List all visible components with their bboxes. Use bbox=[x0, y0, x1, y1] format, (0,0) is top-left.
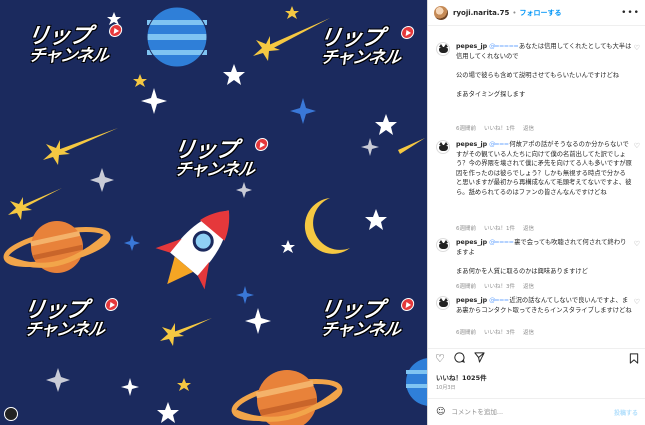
rip-channel-logo: リップ チャンネル bbox=[169, 138, 269, 180]
rip-channel-logo: リップ チャンネル bbox=[315, 26, 415, 68]
avatar[interactable] bbox=[434, 5, 448, 20]
comment-body: pepes_jp @═ ═ ═ ═ 裏で会っても吹聴されて何されて終わりますよ … bbox=[456, 238, 632, 276]
heart-icon[interactable]: ♡ bbox=[435, 352, 445, 365]
redacted-mention: @═ ═ ═ ═ bbox=[489, 239, 515, 246]
avatar[interactable] bbox=[436, 238, 450, 252]
comment-time: 6週間前 bbox=[456, 330, 476, 336]
post-image[interactable]: リップ チャンネル リップ チャンネル リップ チャンネル リップ チャンネル リップチ… bbox=[0, 0, 427, 425]
comment-time: 6週間前 bbox=[456, 126, 476, 132]
comment-meta: 6週間前 いいね！3件 返信 bbox=[456, 328, 542, 336]
comment-body: pepes_jp @═ ═ ═ 近況の話なんてしないで良いんですよ、まあ裏からコ… bbox=[456, 296, 632, 315]
redacted-mention: @═ ═ ═ bbox=[489, 297, 510, 304]
sparkle-icon bbox=[124, 98, 316, 304]
post-side-panel: ryoji.narita.75 • フォローする ••• pepes_jp @═… bbox=[427, 0, 645, 425]
blue-planet-icon bbox=[146, 6, 208, 68]
post-date: 10月3日 bbox=[436, 385, 456, 391]
bookmark-icon[interactable] bbox=[629, 353, 639, 367]
avatar[interactable] bbox=[436, 140, 450, 154]
comment-text: あなたは信用してくれたとしても大半は信用してくれないので 公の場で彼らも含めて説… bbox=[456, 43, 632, 98]
tagged-user-icon[interactable] bbox=[4, 407, 18, 421]
avatar[interactable] bbox=[436, 42, 450, 56]
rip-channel-logo: リップ チャンネル bbox=[23, 24, 123, 66]
share-icon[interactable] bbox=[474, 351, 485, 366]
separator-dot: • bbox=[512, 8, 517, 17]
rip-channel-logo: リップ チャンネル bbox=[19, 298, 119, 340]
redacted-mention: @═ ═ ═ ═ ═ bbox=[489, 43, 519, 50]
cat-icon bbox=[438, 44, 448, 53]
star-icon bbox=[133, 6, 299, 391]
comment-time: 6週間前 bbox=[456, 284, 476, 290]
comment-likes[interactable]: いいね！3件 bbox=[484, 284, 515, 290]
likes-count[interactable]: いいね！1025件 bbox=[436, 372, 487, 382]
comment-time: 6週間前 bbox=[456, 226, 476, 232]
rip-channel-logo: リップ チャンネル bbox=[315, 298, 415, 340]
action-bar: ♡ bbox=[428, 348, 645, 368]
reply-button[interactable]: 返信 bbox=[523, 284, 534, 290]
heart-icon[interactable]: ♡ bbox=[634, 44, 640, 52]
blue-planet-icon bbox=[406, 358, 427, 406]
comment-icon[interactable] bbox=[454, 351, 465, 366]
author-username[interactable]: ryoji.narita.75 bbox=[453, 9, 509, 17]
smile-icon[interactable]: ☺ bbox=[436, 407, 445, 417]
rocket-icon bbox=[155, 210, 230, 290]
ringed-planet-icon bbox=[3, 221, 111, 273]
star-icon bbox=[107, 12, 397, 423]
shooting-star-icon bbox=[8, 188, 62, 220]
post-comment-button[interactable]: 投稿する bbox=[614, 408, 638, 417]
comment-likes[interactable]: いいね！1件 bbox=[484, 226, 515, 232]
cat-icon bbox=[438, 142, 448, 151]
comment-username[interactable]: pepes_jp bbox=[456, 297, 487, 304]
reply-button[interactable]: 返信 bbox=[523, 330, 534, 336]
comment-body: pepes_jp @═ ═ ═ 何故アポの話がそうなるのか分からないですがその観… bbox=[456, 140, 632, 197]
comment-likes[interactable]: いいね！3件 bbox=[484, 330, 515, 336]
follow-button[interactable]: フォローする bbox=[519, 8, 561, 18]
cat-icon bbox=[438, 298, 448, 307]
comment-username[interactable]: pepes_jp bbox=[456, 239, 487, 246]
more-horizontal-icon[interactable]: ••• bbox=[621, 8, 640, 18]
cat-icon bbox=[438, 240, 448, 249]
shooting-star-icon bbox=[43, 128, 118, 165]
comment-text: 何故アポの話がそうなるのか分からないですがその観ている人たちに向けて僕の名前出し… bbox=[456, 141, 632, 196]
comment-meta: 6週間前 いいね！1件 返信 bbox=[456, 124, 542, 132]
comment-username[interactable]: pepes_jp bbox=[456, 43, 487, 50]
add-comment-bar: ☺ 投稿する bbox=[428, 398, 645, 425]
post-header: ryoji.narita.75 • フォローする ••• bbox=[428, 0, 645, 26]
heart-icon[interactable]: ♡ bbox=[634, 240, 640, 248]
avatar[interactable] bbox=[436, 296, 450, 310]
reply-button[interactable]: 返信 bbox=[523, 226, 534, 232]
comment-meta: 6週間前 いいね！3件 返信 bbox=[456, 282, 542, 290]
heart-icon[interactable]: ♡ bbox=[634, 298, 640, 306]
heart-icon[interactable]: ♡ bbox=[634, 142, 640, 150]
redacted-mention: @═ ═ ═ bbox=[489, 141, 510, 148]
reply-button[interactable]: 返信 bbox=[523, 126, 534, 132]
comment-input[interactable] bbox=[451, 408, 602, 416]
comment-likes[interactable]: いいね！1件 bbox=[484, 126, 515, 132]
moon-icon bbox=[304, 198, 350, 254]
ringed-planet-icon bbox=[231, 370, 343, 425]
comment-meta: 6週間前 いいね！1件 返信 bbox=[456, 224, 542, 232]
comment-username[interactable]: pepes_jp bbox=[456, 141, 487, 148]
comment-body: pepes_jp @═ ═ ═ ═ ═ あなたは信用してくれたとしても大半は信用… bbox=[456, 42, 632, 99]
